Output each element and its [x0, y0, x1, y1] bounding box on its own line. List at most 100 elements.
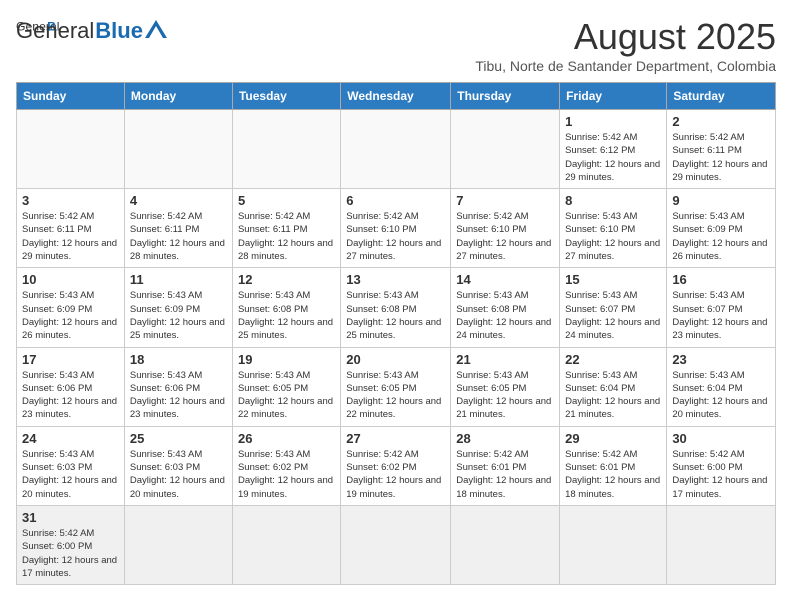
calendar-day-cell — [451, 110, 560, 189]
day-number: 19 — [238, 352, 335, 367]
calendar-day-cell: 30 Sunrise: 5:42 AM Sunset: 6:00 PM Dayli… — [667, 426, 776, 505]
calendar-day-cell — [124, 110, 232, 189]
calendar-day-cell — [124, 505, 232, 584]
day-number: 29 — [565, 431, 661, 446]
day-info: Sunrise: 5:43 AM Sunset: 6:04 PM Dayligh… — [565, 369, 661, 422]
calendar-day-cell: 3 Sunrise: 5:42 AM Sunset: 6:11 PM Daylig… — [17, 189, 125, 268]
calendar-day-cell: 18 Sunrise: 5:43 AM Sunset: 6:06 PM Dayli… — [124, 347, 232, 426]
calendar-day-cell: 8Sunrise: 5:43 AM Sunset: 6:10 PM Daylig… — [560, 189, 667, 268]
day-number: 20 — [346, 352, 445, 367]
calendar-day-cell — [232, 110, 340, 189]
title-area: August 2025 Tibu, Norte de Santander Dep… — [475, 16, 776, 74]
day-number: 7 — [456, 193, 554, 208]
calendar-day-cell: 11 Sunrise: 5:43 AM Sunset: 6:09 PM Dayli… — [124, 268, 232, 347]
day-number: 28 — [456, 431, 554, 446]
location-subtitle: Tibu, Norte de Santander Department, Col… — [475, 58, 776, 74]
calendar-week-row: 24Sunrise: 5:43 AM Sunset: 6:03 PM Dayli… — [17, 426, 776, 505]
calendar-week-row: 10 Sunrise: 5:43 AM Sunset: 6:09 PM Dayli… — [17, 268, 776, 347]
calendar-day-cell: 17 Sunrise: 5:43 AM Sunset: 6:06 PM Dayli… — [17, 347, 125, 426]
day-info: Sunrise: 5:43 AM Sunset: 6:03 PM Dayligh… — [22, 448, 119, 501]
day-number: 26 — [238, 431, 335, 446]
day-number: 13 — [346, 272, 445, 287]
col-header-monday: Monday — [124, 83, 232, 110]
calendar-day-cell: 2 Sunrise: 5:42 AM Sunset: 6:11 PM Daylig… — [667, 110, 776, 189]
day-number: 27 — [346, 431, 445, 446]
day-info: Sunrise: 5:43 AM Sunset: 6:06 PM Dayligh… — [130, 369, 227, 422]
month-year-title: August 2025 — [475, 16, 776, 58]
day-info: Sunrise: 5:42 AM Sunset: 6:11 PM Dayligh… — [22, 210, 119, 263]
calendar-day-cell: 14Sunrise: 5:43 AM Sunset: 6:08 PM Dayli… — [451, 268, 560, 347]
calendar-day-cell: 15 Sunrise: 5:43 AM Sunset: 6:07 PM Dayli… — [560, 268, 667, 347]
col-header-thursday: Thursday — [451, 83, 560, 110]
day-number: 30 — [672, 431, 770, 446]
logo-icon — [145, 18, 167, 40]
page-header: General B General Blue August 2025 Tibu,… — [16, 16, 776, 74]
day-info: Sunrise: 5:43 AM Sunset: 6:06 PM Dayligh… — [22, 369, 119, 422]
day-info: Sunrise: 5:43 AM Sunset: 6:05 PM Dayligh… — [456, 369, 554, 422]
day-info: Sunrise: 5:43 AM Sunset: 6:09 PM Dayligh… — [130, 289, 227, 342]
day-number: 2 — [672, 114, 770, 129]
calendar-day-cell: 31 Sunrise: 5:42 AM Sunset: 6:00 PM Dayli… — [17, 505, 125, 584]
calendar-day-cell — [560, 505, 667, 584]
day-number: 3 — [22, 193, 119, 208]
day-info: Sunrise: 5:42 AM Sunset: 6:11 PM Dayligh… — [672, 131, 770, 184]
day-number: 1 — [565, 114, 661, 129]
calendar-header-row: SundayMondayTuesdayWednesdayThursdayFrid… — [17, 83, 776, 110]
calendar-day-cell — [667, 505, 776, 584]
day-number: 22 — [565, 352, 661, 367]
day-number: 11 — [130, 272, 227, 287]
calendar-day-cell: 25 Sunrise: 5:43 AM Sunset: 6:03 PM Dayli… — [124, 426, 232, 505]
calendar-week-row: 31 Sunrise: 5:42 AM Sunset: 6:00 PM Dayli… — [17, 505, 776, 584]
day-info: Sunrise: 5:43 AM Sunset: 6:03 PM Dayligh… — [130, 448, 227, 501]
day-info: Sunrise: 5:43 AM Sunset: 6:08 PM Dayligh… — [346, 289, 445, 342]
calendar-day-cell: 28Sunrise: 5:42 AM Sunset: 6:01 PM Dayli… — [451, 426, 560, 505]
day-number: 17 — [22, 352, 119, 367]
day-number: 25 — [130, 431, 227, 446]
calendar-day-cell: 6Sunrise: 5:42 AM Sunset: 6:10 PM Daylig… — [341, 189, 451, 268]
day-info: Sunrise: 5:42 AM Sunset: 6:00 PM Dayligh… — [22, 527, 119, 580]
calendar-week-row: 3 Sunrise: 5:42 AM Sunset: 6:11 PM Daylig… — [17, 189, 776, 268]
day-number: 23 — [672, 352, 770, 367]
col-header-wednesday: Wednesday — [341, 83, 451, 110]
logo: General B General Blue — [16, 16, 167, 44]
day-number: 5 — [238, 193, 335, 208]
calendar-day-cell: 13 Sunrise: 5:43 AM Sunset: 6:08 PM Dayli… — [341, 268, 451, 347]
day-info: Sunrise: 5:42 AM Sunset: 6:00 PM Dayligh… — [672, 448, 770, 501]
day-number: 12 — [238, 272, 335, 287]
calendar-day-cell: 7Sunrise: 5:42 AM Sunset: 6:10 PM Daylig… — [451, 189, 560, 268]
day-number: 4 — [130, 193, 227, 208]
col-header-tuesday: Tuesday — [232, 83, 340, 110]
calendar-day-cell: 5 Sunrise: 5:42 AM Sunset: 6:11 PM Daylig… — [232, 189, 340, 268]
day-info: Sunrise: 5:42 AM Sunset: 6:10 PM Dayligh… — [346, 210, 445, 263]
calendar-day-cell: 24Sunrise: 5:43 AM Sunset: 6:03 PM Dayli… — [17, 426, 125, 505]
day-number: 18 — [130, 352, 227, 367]
day-info: Sunrise: 5:43 AM Sunset: 6:07 PM Dayligh… — [565, 289, 661, 342]
day-number: 10 — [22, 272, 119, 287]
calendar-day-cell — [341, 110, 451, 189]
day-info: Sunrise: 5:42 AM Sunset: 6:11 PM Dayligh… — [238, 210, 335, 263]
day-number: 16 — [672, 272, 770, 287]
day-info: Sunrise: 5:42 AM Sunset: 6:11 PM Dayligh… — [130, 210, 227, 263]
day-number: 31 — [22, 510, 119, 525]
day-info: Sunrise: 5:42 AM Sunset: 6:02 PM Dayligh… — [346, 448, 445, 501]
calendar-day-cell — [17, 110, 125, 189]
calendar-day-cell — [341, 505, 451, 584]
day-number: 9 — [672, 193, 770, 208]
logo-general-text: General — [16, 18, 94, 44]
day-info: Sunrise: 5:43 AM Sunset: 6:04 PM Dayligh… — [672, 369, 770, 422]
calendar-day-cell: 12Sunrise: 5:43 AM Sunset: 6:08 PM Dayli… — [232, 268, 340, 347]
calendar-day-cell: 1 Sunrise: 5:42 AM Sunset: 6:12 PM Daylig… — [560, 110, 667, 189]
calendar-day-cell: 20Sunrise: 5:43 AM Sunset: 6:05 PM Dayli… — [341, 347, 451, 426]
calendar-day-cell: 4 Sunrise: 5:42 AM Sunset: 6:11 PM Daylig… — [124, 189, 232, 268]
calendar-table: SundayMondayTuesdayWednesdayThursdayFrid… — [16, 82, 776, 585]
day-info: Sunrise: 5:43 AM Sunset: 6:10 PM Dayligh… — [565, 210, 661, 263]
calendar-day-cell — [232, 505, 340, 584]
day-info: Sunrise: 5:43 AM Sunset: 6:02 PM Dayligh… — [238, 448, 335, 501]
calendar-day-cell: 19Sunrise: 5:43 AM Sunset: 6:05 PM Dayli… — [232, 347, 340, 426]
col-header-friday: Friday — [560, 83, 667, 110]
day-info: Sunrise: 5:43 AM Sunset: 6:09 PM Dayligh… — [672, 210, 770, 263]
day-info: Sunrise: 5:42 AM Sunset: 6:12 PM Dayligh… — [565, 131, 661, 184]
day-number: 15 — [565, 272, 661, 287]
calendar-day-cell: 16Sunrise: 5:43 AM Sunset: 6:07 PM Dayli… — [667, 268, 776, 347]
logo-blue-text: Blue — [95, 18, 143, 44]
